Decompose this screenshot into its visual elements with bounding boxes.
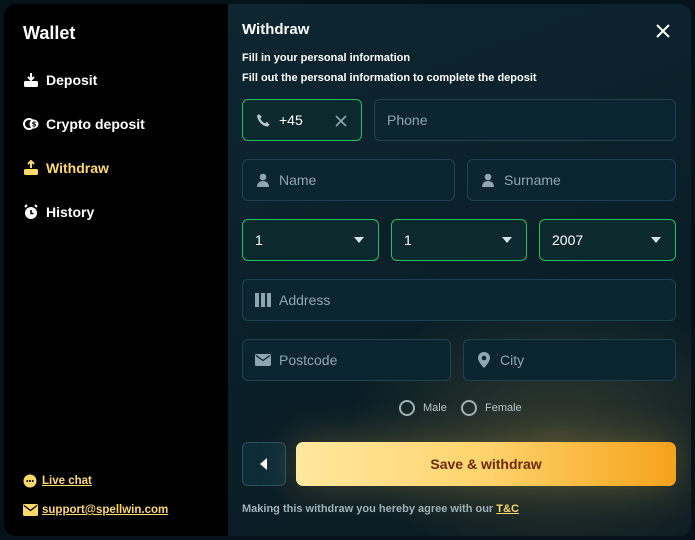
live-chat-label: Live chat bbox=[42, 475, 92, 487]
back-button[interactable] bbox=[242, 442, 286, 486]
wallet-modal: Wallet Deposit $ Crypto deposit Withdraw… bbox=[4, 4, 691, 536]
page-title: Withdraw bbox=[242, 21, 310, 38]
withdraw-icon bbox=[22, 159, 40, 177]
terms-link[interactable]: T&C bbox=[496, 503, 519, 515]
user-icon bbox=[480, 172, 496, 188]
withdraw-panel: Withdraw Fill in your personal informati… bbox=[228, 4, 691, 536]
dob-year-value: 2007 bbox=[552, 232, 584, 248]
chevron-down-icon bbox=[651, 237, 661, 243]
chevron-down-icon bbox=[502, 237, 512, 243]
support-email-label: support@spellwin.com bbox=[42, 504, 169, 516]
terms-text: Making this withdraw you hereby agree wi… bbox=[242, 503, 494, 515]
envelope-icon bbox=[255, 352, 271, 368]
sidebar-item-history[interactable]: History bbox=[22, 201, 94, 223]
wallet-title: Wallet bbox=[23, 23, 76, 43]
country-code-field[interactable]: +45 bbox=[242, 99, 362, 141]
city-input[interactable]: City bbox=[463, 339, 676, 381]
gender-female-option[interactable]: Female bbox=[461, 400, 522, 416]
road-icon bbox=[255, 292, 271, 308]
clear-country-icon[interactable] bbox=[335, 114, 347, 127]
support-email-link[interactable]: support@spellwin.com bbox=[22, 501, 168, 519]
surname-placeholder: Surname bbox=[504, 172, 561, 188]
surname-input[interactable]: Surname bbox=[467, 159, 676, 201]
gender-female-radio[interactable] bbox=[461, 400, 477, 416]
sidebar-item-deposit[interactable]: Deposit bbox=[22, 69, 97, 91]
phone-icon bbox=[255, 112, 271, 128]
gender-male-option[interactable]: Male bbox=[399, 400, 447, 416]
user-icon bbox=[255, 172, 271, 188]
clock-icon bbox=[22, 203, 40, 221]
sidebar-item-withdraw[interactable]: Withdraw bbox=[22, 157, 109, 179]
dob-month-select[interactable]: 1 bbox=[391, 219, 527, 261]
location-pin-icon bbox=[476, 352, 492, 368]
gender-female-label: Female bbox=[485, 402, 522, 414]
postcode-placeholder: Postcode bbox=[279, 352, 338, 368]
address-placeholder: Address bbox=[279, 292, 331, 308]
sidebar-item-label: Withdraw bbox=[46, 160, 109, 176]
mail-icon bbox=[22, 502, 38, 518]
chevron-down-icon bbox=[354, 237, 364, 243]
phone-input[interactable]: Phone bbox=[374, 99, 676, 141]
city-placeholder: City bbox=[500, 352, 525, 368]
close-button[interactable] bbox=[654, 22, 672, 40]
country-code-value: +45 bbox=[279, 112, 303, 128]
crypto-icon: $ bbox=[22, 115, 40, 133]
sidebar-item-label: History bbox=[46, 204, 95, 220]
sidebar-item-crypto-deposit[interactable]: $ Crypto deposit bbox=[22, 113, 145, 135]
chat-icon bbox=[22, 473, 38, 489]
form-description: Fill out the personal information to com… bbox=[242, 72, 537, 84]
dob-day-select[interactable]: 1 bbox=[242, 219, 379, 261]
terms-notice: Making this withdraw you hereby agree wi… bbox=[242, 503, 519, 515]
caret-left-icon bbox=[260, 458, 267, 470]
save-withdraw-button[interactable]: Save & withdraw bbox=[296, 442, 676, 486]
address-input[interactable]: Address bbox=[242, 279, 676, 321]
dob-day-value: 1 bbox=[255, 232, 263, 248]
gender-male-label: Male bbox=[423, 402, 447, 414]
dob-year-select[interactable]: 2007 bbox=[539, 219, 676, 261]
sidebar: Wallet Deposit $ Crypto deposit Withdraw… bbox=[4, 4, 228, 536]
phone-placeholder: Phone bbox=[387, 112, 428, 128]
gender-male-radio[interactable] bbox=[399, 400, 415, 416]
sidebar-item-label: Deposit bbox=[46, 72, 98, 88]
postcode-input[interactable]: Postcode bbox=[242, 339, 451, 381]
name-placeholder: Name bbox=[279, 172, 317, 188]
close-icon bbox=[656, 24, 670, 38]
form-subtitle: Fill in your personal information bbox=[242, 52, 411, 64]
svg-text:$: $ bbox=[32, 121, 37, 129]
deposit-icon bbox=[22, 71, 40, 89]
sidebar-item-label: Crypto deposit bbox=[46, 116, 145, 132]
live-chat-link[interactable]: Live chat bbox=[22, 472, 92, 490]
name-input[interactable]: Name bbox=[242, 159, 455, 201]
dob-month-value: 1 bbox=[404, 232, 412, 248]
